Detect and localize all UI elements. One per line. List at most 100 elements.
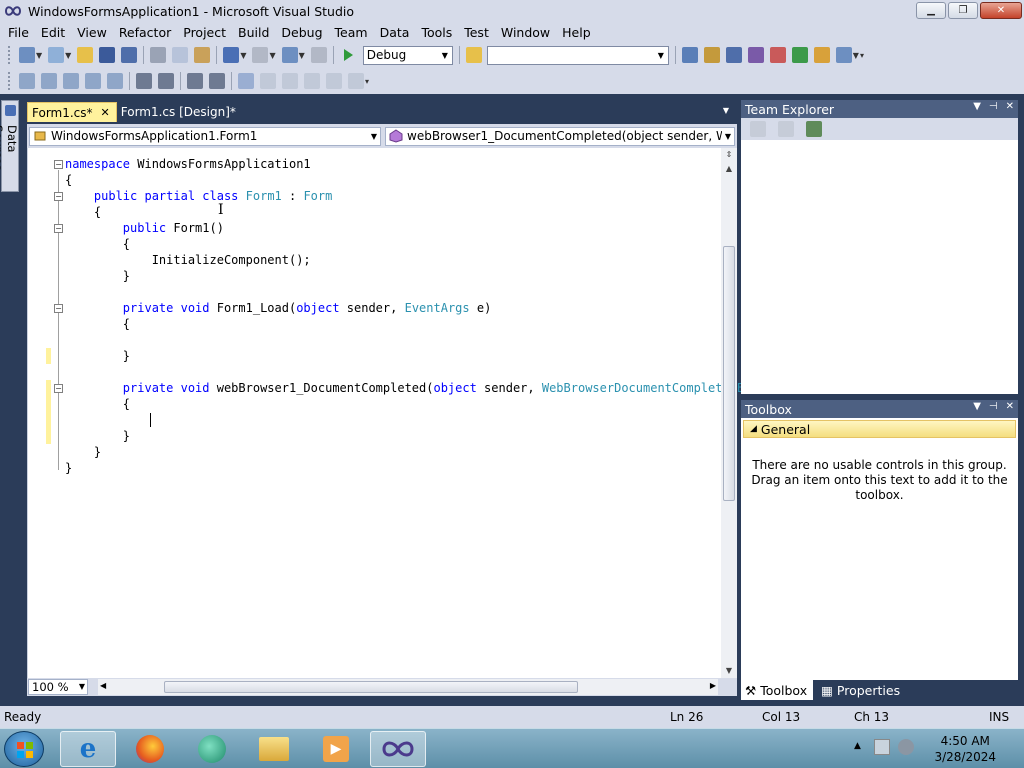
taskbar-file-explorer[interactable] [246, 731, 302, 767]
horizontal-scrollbar[interactable]: ◀ ▶ [98, 679, 718, 695]
toggle-bookmark-icon[interactable] [238, 73, 254, 89]
expand-triangle-icon[interactable]: ◢ [750, 424, 757, 434]
menu-edit[interactable]: Edit [35, 25, 71, 40]
scroll-right-icon[interactable]: ▶ [710, 681, 716, 690]
close-tab-icon[interactable]: ✕ [101, 106, 110, 119]
close-button[interactable]: ✕ [980, 2, 1022, 19]
chevron-down-icon[interactable]: ▼ [853, 51, 859, 60]
refresh-icon[interactable] [750, 121, 766, 137]
auto-hide-pin-icon[interactable]: ⊣ [989, 101, 998, 112]
display-object-member-list-icon[interactable] [19, 73, 35, 89]
start-page-icon[interactable] [791, 47, 808, 63]
save-icon[interactable] [99, 47, 116, 63]
chevron-down-icon[interactable]: ▼ [269, 51, 275, 60]
chevron-down-icon[interactable]: ▼ [240, 51, 246, 60]
redo-icon[interactable] [252, 47, 269, 63]
member-dropdown[interactable]: webBrowser1_DocumentCompleted(object sen… [385, 126, 735, 146]
new-project-icon[interactable] [19, 47, 35, 63]
active-files-chevron-down-icon[interactable]: ▼ [723, 106, 729, 115]
connect-to-team-project-icon[interactable] [806, 121, 822, 137]
close-panel-icon[interactable]: ✕ [1006, 401, 1014, 412]
tab-form1-cs[interactable]: Form1.cs* ✕ [27, 102, 117, 122]
taskbar-app[interactable] [184, 731, 240, 767]
toolbar-grip[interactable] [8, 46, 12, 64]
network-icon[interactable] [874, 739, 890, 755]
quick-info-icon[interactable] [63, 73, 79, 89]
class-dropdown[interactable]: WindowsFormsApplication1.Form1 ▼ [29, 126, 381, 146]
menu-data[interactable]: Data [374, 25, 416, 40]
scroll-down-icon[interactable]: ▼ [721, 664, 737, 678]
menu-debug[interactable]: Debug [275, 25, 328, 40]
split-handle-icon[interactable]: ⇕ [721, 148, 737, 162]
clear-bookmarks-icon[interactable] [348, 73, 364, 89]
chevron-down-icon[interactable]: ▼ [79, 682, 85, 691]
solution-configuration-select[interactable]: Debug ▼ [362, 45, 453, 65]
volume-icon[interactable] [898, 739, 914, 755]
vertical-scroll-thumb[interactable] [723, 246, 735, 501]
comment-lines-icon[interactable] [187, 73, 203, 89]
collapse-form-load-icon[interactable]: − [54, 304, 63, 313]
clock[interactable]: 4:50 AM 3/28/2024 [934, 733, 996, 765]
tab-properties[interactable]: ▦ Properties [817, 680, 906, 700]
data-sources-tab[interactable]: Data Sources [0, 100, 19, 192]
start-button[interactable] [4, 731, 44, 767]
close-panel-icon[interactable]: ✕ [1006, 101, 1014, 112]
horizontal-scroll-thumb[interactable] [164, 681, 578, 693]
toolbar-options-icon[interactable]: ▾ [860, 51, 864, 60]
maximize-button[interactable]: ❐ [948, 2, 978, 19]
chevron-down-icon[interactable]: ▼ [653, 46, 668, 64]
next-bookmark-icon[interactable] [282, 73, 298, 89]
menu-test[interactable]: Test [458, 25, 495, 40]
menu-help[interactable]: Help [556, 25, 597, 40]
save-all-icon[interactable] [121, 47, 138, 63]
find-combo[interactable]: ▼ [486, 45, 669, 65]
chevron-down-icon[interactable]: ▼ [299, 51, 305, 60]
show-hidden-icons-icon[interactable]: ▲ [854, 741, 861, 751]
window-position-chevron-down-icon[interactable]: ▼ [973, 401, 981, 412]
collapse-document-completed-icon[interactable]: − [54, 384, 63, 393]
previous-bookmark-icon[interactable] [260, 73, 276, 89]
window-position-chevron-down-icon[interactable]: ▼ [973, 101, 981, 112]
menu-file[interactable]: File [2, 25, 35, 40]
paste-icon[interactable] [194, 47, 211, 63]
display-quick-info-icon[interactable] [107, 73, 123, 89]
collapse-class-icon[interactable]: − [54, 192, 63, 201]
tools-icon[interactable] [769, 47, 786, 63]
stop-icon[interactable] [778, 121, 794, 137]
menu-build[interactable]: Build [232, 25, 275, 40]
copy-icon[interactable] [172, 47, 189, 63]
chevron-down-icon[interactable]: ▼ [437, 46, 452, 64]
collapse-constructor-icon[interactable]: − [54, 224, 63, 233]
next-bookmark-in-folder-icon[interactable] [326, 73, 342, 89]
minimize-button[interactable]: ▁ [916, 2, 946, 19]
object-browser-icon[interactable] [725, 47, 742, 63]
open-folder-icon[interactable] [77, 47, 94, 63]
solution-explorer-icon[interactable] [681, 47, 698, 63]
find-in-files-icon[interactable] [465, 47, 482, 63]
code-editor[interactable]: − − − − − namespace WindowsFormsApplicat… [27, 148, 744, 678]
toolbox-icon[interactable] [747, 47, 764, 63]
taskbar-visual-studio[interactable] [370, 731, 426, 767]
add-item-icon[interactable] [48, 47, 65, 63]
word-completion-icon[interactable] [85, 73, 101, 89]
zoom-select[interactable]: 100 % ▼ [28, 679, 88, 695]
undo-icon[interactable] [223, 47, 240, 63]
menu-view[interactable]: View [71, 25, 113, 40]
cut-icon[interactable] [150, 47, 167, 63]
properties-window-icon[interactable] [703, 47, 720, 63]
collapse-namespace-icon[interactable]: − [54, 160, 63, 169]
menu-refactor[interactable]: Refactor [113, 25, 177, 40]
tab-form1-design[interactable]: Form1.cs [Design]* [117, 102, 242, 122]
start-debugging-icon[interactable] [340, 47, 356, 63]
scroll-up-icon[interactable]: ▲ [721, 162, 737, 176]
taskbar-firefox[interactable] [122, 731, 178, 767]
uncomment-lines-icon[interactable] [209, 73, 225, 89]
navigate-backward-icon[interactable] [281, 47, 298, 63]
auto-hide-pin-icon[interactable]: ⊣ [989, 401, 998, 412]
chevron-down-icon[interactable]: ▼ [65, 51, 71, 60]
chevron-down-icon[interactable]: ▼ [36, 51, 42, 60]
parameter-info-icon[interactable] [41, 73, 57, 89]
tab-toolbox[interactable]: ⚒ Toolbox [741, 680, 814, 700]
previous-bookmark-in-folder-icon[interactable] [304, 73, 320, 89]
vertical-scrollbar[interactable]: ⇕ ▲ ▼ [721, 148, 737, 678]
